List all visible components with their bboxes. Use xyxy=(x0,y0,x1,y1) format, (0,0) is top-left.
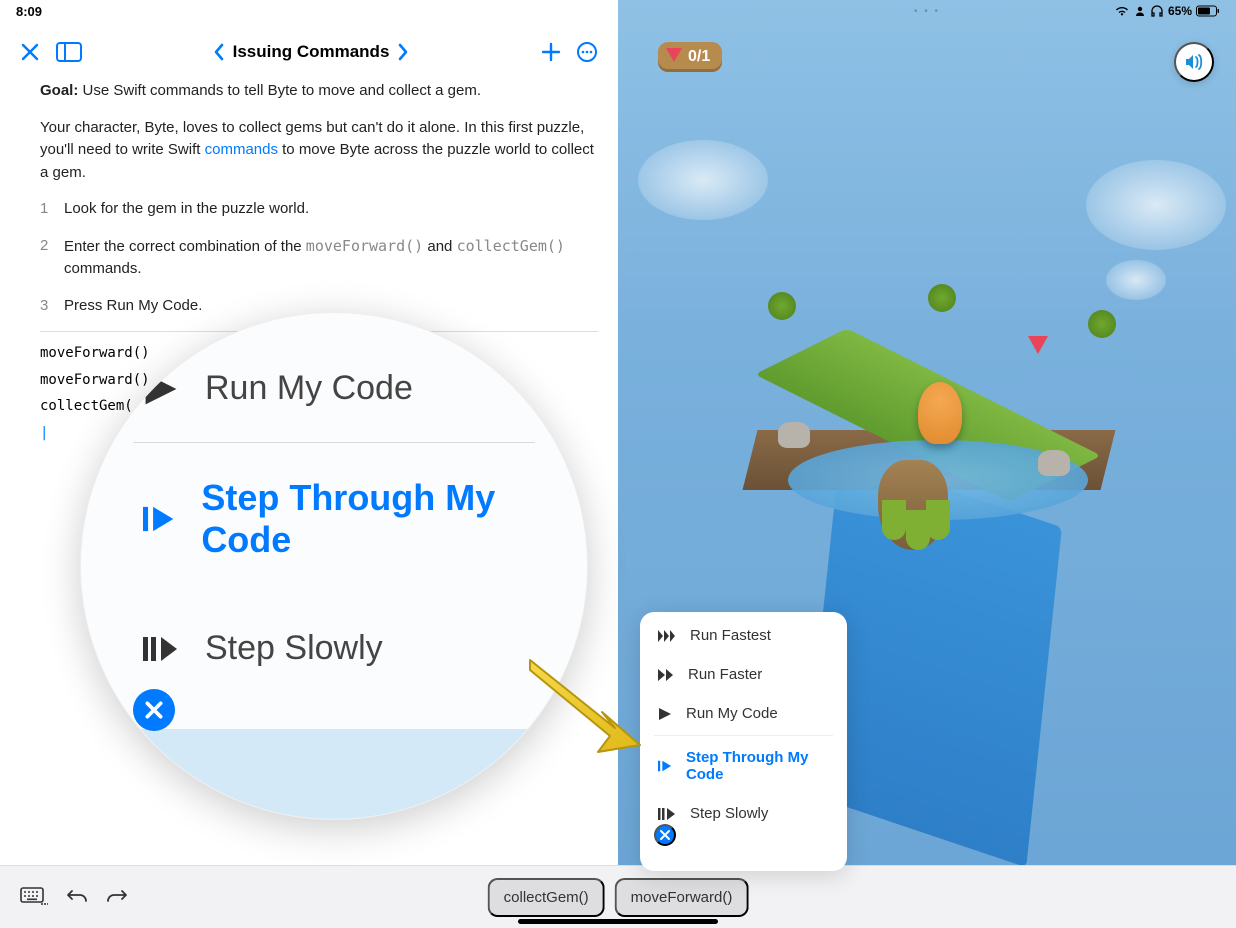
close-icon xyxy=(659,829,671,841)
play-icon xyxy=(658,707,672,721)
mossy-rock xyxy=(878,460,948,550)
menu-step-through[interactable]: Step Through My Code xyxy=(640,738,847,794)
run-speed-menu: Run Fastest Run Faster Run My Code Step … xyxy=(640,612,847,871)
bottom-bar: collectGem() moveForward() xyxy=(0,865,1236,928)
sidebar-icon xyxy=(56,42,82,62)
cloud xyxy=(1086,160,1226,250)
suggestion-moveforward[interactable]: moveForward() xyxy=(615,878,749,917)
menu-run-faster[interactable]: Run Faster xyxy=(640,655,847,694)
sound-button[interactable] xyxy=(1174,42,1214,82)
toolbar: Issuing Commands xyxy=(0,30,618,74)
undo-button[interactable] xyxy=(66,888,88,906)
wifi-icon xyxy=(1114,5,1130,17)
fast-forward-icon xyxy=(658,668,674,682)
step-2: Enter the correct combination of the mov… xyxy=(40,235,598,281)
headphones-icon xyxy=(1150,5,1164,17)
fast-forward-3-icon xyxy=(658,629,676,643)
more-button[interactable] xyxy=(576,41,598,63)
gem xyxy=(1028,336,1048,354)
cloud xyxy=(638,140,768,220)
menu-run-fastest[interactable]: Run Fastest xyxy=(640,616,847,655)
keyboard-button[interactable] xyxy=(20,887,48,907)
status-right: 65% xyxy=(1114,4,1220,18)
play-icon xyxy=(143,371,179,407)
menu-close-button[interactable] xyxy=(654,824,676,846)
callout-arrow-icon xyxy=(520,650,650,760)
mag-step-slowly: Step Slowly xyxy=(113,595,555,702)
mag-step-through: Step Through My Code xyxy=(113,443,555,595)
prev-page-button[interactable] xyxy=(213,43,225,61)
steps-list: Look for the gem in the puzzle world. En… xyxy=(40,198,598,317)
battery-icon xyxy=(1196,5,1220,17)
redo-button[interactable] xyxy=(106,888,128,906)
gem-counter: 0/1 xyxy=(658,42,722,72)
pause-play-icon xyxy=(143,631,179,667)
pause-play-icon xyxy=(658,807,676,821)
cloud xyxy=(1106,260,1166,300)
magnifier-callout: Run My Code Step Through My Code Step Sl… xyxy=(80,312,588,820)
step-play-icon xyxy=(658,759,672,773)
close-button[interactable] xyxy=(20,42,40,62)
battery-pct: 65% xyxy=(1168,4,1192,18)
clock: 8:09 xyxy=(16,4,42,19)
bush xyxy=(768,292,796,320)
redo-icon xyxy=(106,888,128,906)
mag-run-my-code: Run My Code xyxy=(113,313,555,442)
mag-close-icon xyxy=(133,689,175,731)
rock xyxy=(778,422,810,448)
chevron-right-icon xyxy=(397,43,409,61)
close-icon xyxy=(20,42,40,62)
sidebar-toggle-button[interactable] xyxy=(56,42,82,62)
goal-text: Use Swift commands to tell Byte to move … xyxy=(83,82,482,99)
person-icon xyxy=(1134,5,1146,17)
step-play-icon xyxy=(143,501,175,537)
bush xyxy=(1088,310,1116,338)
commands-link[interactable]: commands xyxy=(205,141,278,158)
speaker-icon xyxy=(1184,53,1204,71)
menu-run-my-code[interactable]: Run My Code xyxy=(640,694,847,733)
undo-icon xyxy=(66,888,88,906)
status-bar: 8:09 65% xyxy=(0,0,1236,22)
plus-icon xyxy=(540,41,562,63)
ellipsis-circle-icon xyxy=(576,41,598,63)
bush xyxy=(928,284,956,312)
home-indicator[interactable] xyxy=(518,919,718,924)
page-title: Issuing Commands xyxy=(233,42,390,62)
step-1: Look for the gem in the puzzle world. xyxy=(40,198,598,221)
keyboard-icon xyxy=(20,887,48,907)
goal-label: Goal: xyxy=(40,82,78,99)
rock xyxy=(1038,450,1070,476)
byte-character xyxy=(918,382,962,444)
suggestion-collectgem[interactable]: collectGem() xyxy=(488,878,605,917)
chevron-left-icon xyxy=(213,43,225,61)
add-button[interactable] xyxy=(540,41,562,63)
next-page-button[interactable] xyxy=(397,43,409,61)
